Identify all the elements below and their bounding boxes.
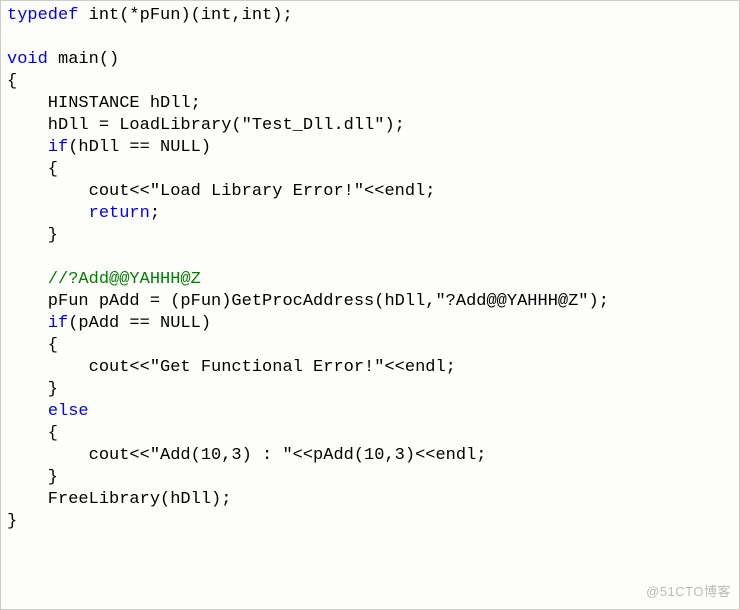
code-comment: //?Add@@YAHHH@Z [48, 270, 201, 289]
code-line: } [7, 380, 58, 399]
code-text [7, 402, 48, 421]
code-text: (hDll == NULL) [68, 138, 211, 157]
code-line: cout<<"Load Library Error!"<<endl; [7, 182, 435, 201]
code-line: { [7, 160, 58, 179]
code-keyword: else [48, 402, 89, 421]
code-text: ; [150, 204, 160, 223]
code-keyword: typedef [7, 6, 78, 25]
watermark-text: @51CTO博客 [646, 581, 731, 603]
code-line: pFun pAdd = (pFun)GetProcAddress(hDll,"?… [7, 292, 609, 311]
code-text [7, 314, 48, 333]
code-text: int(*pFun)(int,int); [78, 6, 292, 25]
code-line: cout<<"Add(10,3) : "<<pAdd(10,3)<<endl; [7, 446, 486, 465]
code-line: { [7, 72, 17, 91]
code-keyword: if [48, 314, 68, 333]
code-text [7, 270, 48, 289]
code-text: main() [48, 50, 119, 69]
code-text [7, 204, 89, 223]
code-line: } [7, 226, 58, 245]
code-line: { [7, 336, 58, 355]
code-line: hDll = LoadLibrary("Test_Dll.dll"); [7, 116, 405, 135]
code-text: (pAdd == NULL) [68, 314, 211, 333]
code-line: HINSTANCE hDll; [7, 94, 201, 113]
code-line: cout<<"Get Functional Error!"<<endl; [7, 358, 456, 377]
code-block: typedef int(*pFun)(int,int); void main()… [1, 1, 739, 537]
code-line: FreeLibrary(hDll); [7, 490, 231, 509]
code-keyword: void [7, 50, 48, 69]
code-line: } [7, 512, 17, 531]
code-line: } [7, 468, 58, 487]
code-line: { [7, 424, 58, 443]
code-text [7, 138, 48, 157]
code-keyword: if [48, 138, 68, 157]
code-keyword: return [89, 204, 150, 223]
